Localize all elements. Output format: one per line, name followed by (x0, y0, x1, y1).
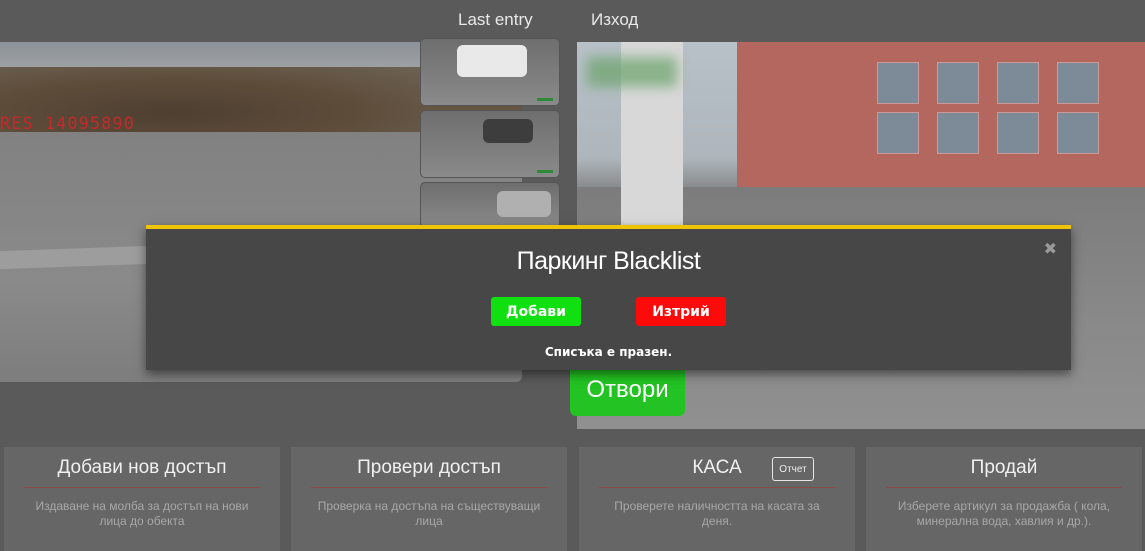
status-indicator (537, 98, 553, 101)
building-window (937, 62, 979, 104)
card-sell[interactable]: Продай Изберете артикул за продажба ( ко… (866, 447, 1142, 551)
thumbnail-1[interactable] (420, 38, 560, 106)
card-description: Проверете наличността на касата за деня. (614, 499, 820, 528)
building-window (877, 112, 919, 154)
card-description: Проверка на достъпа на съществуващи лица (317, 499, 541, 528)
card-add-access[interactable]: Добави нов достъп Издаване на молба за д… (4, 447, 280, 551)
building-window (997, 62, 1039, 104)
car-image (483, 119, 533, 143)
entry-thumbnails (420, 38, 560, 228)
top-tabs: Last entry Изход (0, 0, 1145, 42)
card-title: Добави нов достъп (57, 457, 227, 478)
report-button[interactable]: Отчет (772, 457, 814, 481)
building-window (1057, 62, 1099, 104)
blacklist-modal: Паркинг Blacklist ✖ Добави Изтрий Списък… (146, 225, 1071, 370)
car-image (457, 45, 527, 77)
card-description: Изберете артикул за продажба ( кола, мин… (897, 499, 1111, 528)
open-barrier-button[interactable]: Отвори (570, 363, 685, 416)
building-window (937, 112, 979, 154)
modal-title: Паркинг Blacklist (516, 247, 701, 275)
card-divider (24, 487, 260, 488)
tab-last-entry[interactable]: Last entry (458, 10, 533, 30)
tab-exit[interactable]: Изход (591, 10, 638, 30)
card-divider (886, 487, 1122, 488)
close-icon[interactable]: ✖ (1044, 239, 1057, 258)
building-window (997, 112, 1039, 154)
card-check-access[interactable]: Провери достъп Проверка на достъпа на съ… (291, 447, 567, 551)
card-description: Издаване на молба за достъп на нови лица… (35, 499, 249, 528)
card-divider (599, 487, 835, 488)
card-title: Продай (970, 457, 1038, 478)
card-cash[interactable]: КАСА Отчет Проверете наличността на каса… (579, 447, 855, 551)
building-window (877, 62, 919, 104)
building-window (1057, 112, 1099, 154)
camera-blurred-region (587, 57, 677, 87)
car-image (497, 191, 551, 217)
add-button[interactable]: Добави (491, 297, 581, 326)
delete-button[interactable]: Изтрий (636, 297, 726, 326)
thumbnail-3[interactable] (420, 182, 560, 228)
card-divider (311, 487, 547, 488)
thumbnail-2[interactable] (420, 110, 560, 178)
status-indicator (537, 170, 553, 173)
card-title: Провери достъп (357, 457, 501, 478)
camera-overlay-text: RES 14095890 (0, 114, 135, 134)
empty-list-message: Списъка е празен. (544, 345, 673, 359)
